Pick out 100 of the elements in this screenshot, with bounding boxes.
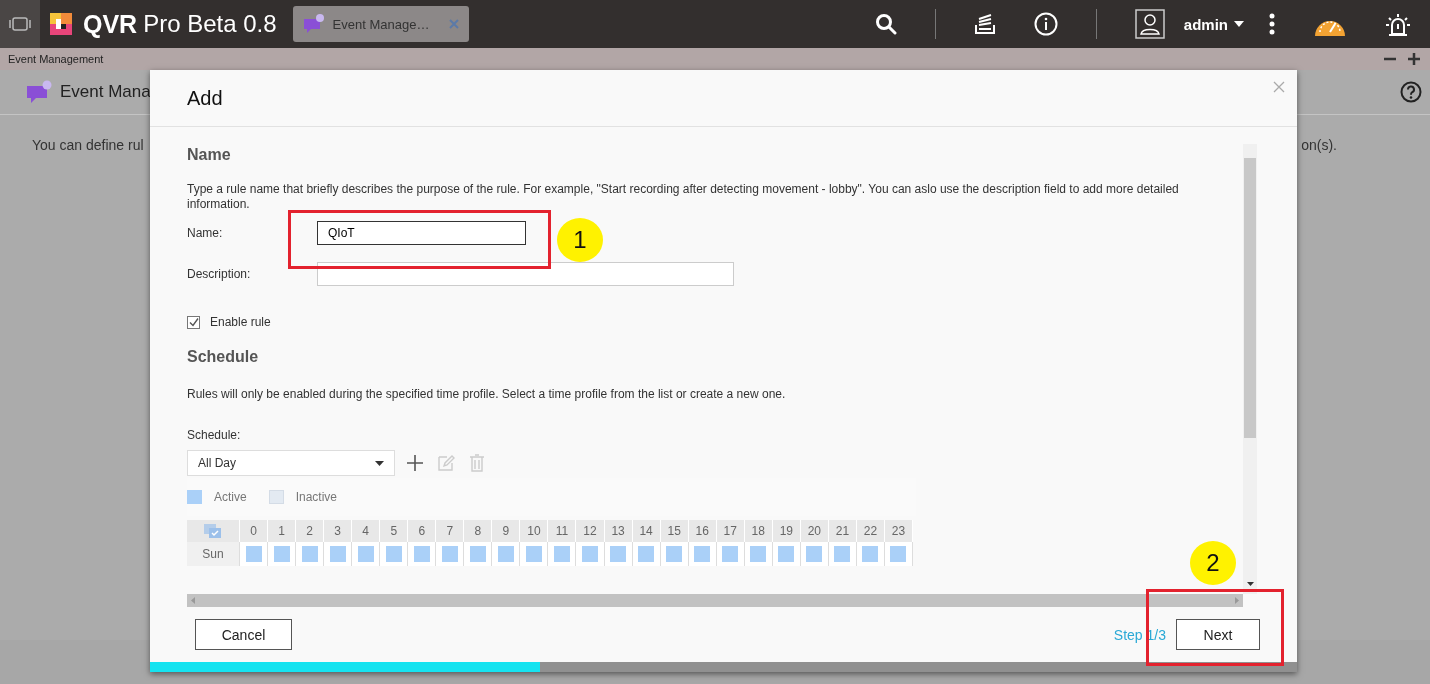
hour-header: 8 — [464, 520, 493, 542]
hour-header: 5 — [380, 520, 409, 542]
time-slot[interactable] — [245, 546, 262, 562]
time-slot[interactable] — [694, 546, 711, 562]
caret-icon — [191, 597, 195, 604]
maximize-icon[interactable] — [1408, 53, 1420, 65]
hour-header: 22 — [856, 520, 885, 542]
time-slot[interactable] — [862, 546, 879, 562]
time-slot[interactable] — [582, 546, 598, 562]
chat-alert-icon — [26, 80, 52, 104]
window-title: Event Management — [8, 53, 104, 65]
dialog-title: Add — [187, 86, 223, 110]
time-slot[interactable] — [722, 546, 739, 562]
checkbox-label: Enable rule — [210, 315, 271, 329]
hour-header: 12 — [576, 520, 605, 542]
hour-header: 18 — [744, 520, 773, 542]
time-slot[interactable] — [610, 546, 627, 562]
time-slot[interactable] — [273, 546, 290, 562]
schedule-dropdown[interactable]: All Day — [187, 450, 395, 476]
hour-header: 19 — [772, 520, 801, 542]
alarm-icon[interactable] — [1385, 11, 1411, 37]
hour-header: 20 — [800, 520, 829, 542]
time-slot[interactable] — [385, 546, 402, 562]
day-label: Sun — [187, 542, 240, 566]
chat-alert-icon — [302, 14, 325, 34]
hour-header: 17 — [716, 520, 745, 542]
next-button[interactable]: Next — [1176, 619, 1260, 650]
time-slot[interactable] — [553, 546, 570, 562]
vertical-scrollbar[interactable] — [1243, 144, 1257, 594]
intro-text: You can define rul — [32, 137, 144, 153]
time-slot[interactable] — [834, 546, 851, 562]
time-slot[interactable] — [469, 546, 486, 562]
hour-header: 0 — [240, 520, 269, 542]
hour-header: 15 — [660, 520, 689, 542]
help-text: Rules will only be enabled during the specified time profile. Select a time profile from the list or create a new one. — [187, 387, 787, 402]
cancel-button[interactable]: Cancel — [195, 619, 292, 650]
hour-header: 4 — [352, 520, 381, 542]
name-field[interactable]: QIoT — [317, 221, 526, 245]
app-version: Pro Beta 0.8 — [143, 10, 277, 38]
time-slot[interactable] — [666, 546, 683, 562]
time-slot[interactable] — [329, 546, 346, 562]
hour-header: 2 — [296, 520, 325, 542]
help-icon[interactable] — [1400, 81, 1422, 103]
time-slot[interactable] — [413, 546, 430, 562]
time-slot[interactable] — [638, 546, 655, 562]
field-label: Description: — [187, 267, 252, 281]
app-name: QVR — [83, 9, 138, 39]
user-menu[interactable]: admin — [1183, 15, 1244, 33]
time-slot[interactable] — [750, 546, 767, 562]
checkbox[interactable] — [187, 315, 200, 329]
hour-header: 21 — [828, 520, 857, 542]
time-slot[interactable] — [301, 546, 318, 562]
hour-header: 11 — [548, 520, 577, 542]
legend-label: Active — [214, 490, 247, 504]
sidebar-toggle-icon[interactable] — [8, 16, 32, 32]
close-icon[interactable] — [449, 19, 460, 29]
caret-icon — [1246, 582, 1254, 586]
copy-icon[interactable] — [203, 523, 223, 539]
legend-swatch — [187, 490, 202, 504]
time-slot[interactable] — [525, 546, 542, 562]
field-label: Name: — [187, 226, 224, 240]
search-icon[interactable] — [874, 13, 897, 35]
time-slot[interactable] — [497, 546, 514, 562]
help-text: Type a rule name that briefly describes the purpose of the rule. For example, "Start recording after detecting movement - lobby". You can aslo use the description field to add more detailed information. — [187, 182, 1180, 212]
time-slot[interactable] — [357, 546, 374, 562]
app-tab[interactable]: Event Manage… — [292, 6, 470, 42]
more-icon[interactable] — [1269, 13, 1275, 35]
field-label: Schedule: — [187, 428, 242, 442]
trash-icon[interactable] — [469, 454, 485, 472]
description-field[interactable] — [317, 262, 734, 286]
hour-header: 23 — [884, 520, 913, 542]
section-heading: Name — [187, 146, 232, 164]
section-heading: Schedule — [187, 348, 260, 366]
time-slot[interactable] — [778, 546, 795, 562]
intro-text: on(s). — [1301, 137, 1337, 153]
hour-header: 9 — [492, 520, 521, 542]
info-icon[interactable] — [1033, 12, 1058, 36]
time-slot[interactable] — [890, 546, 907, 562]
hour-header: 16 — [688, 520, 717, 542]
hour-header: 3 — [324, 520, 353, 542]
legend-swatch — [268, 490, 284, 504]
hour-header: 6 — [408, 520, 437, 542]
stack-icon[interactable] — [973, 13, 996, 35]
hour-header: 14 — [632, 520, 661, 542]
legend-label: Inactive — [295, 490, 338, 504]
hour-header: 1 — [268, 520, 297, 542]
step-indicator: Step 1/3 — [1113, 626, 1166, 643]
caret-icon — [1235, 597, 1239, 604]
caret-icon — [375, 460, 384, 466]
logo-icon — [49, 12, 73, 36]
horizontal-scrollbar[interactable] — [187, 594, 1243, 607]
time-slot[interactable] — [806, 546, 823, 562]
add-icon[interactable] — [407, 455, 423, 471]
user-icon[interactable] — [1134, 9, 1165, 39]
edit-icon[interactable] — [437, 454, 455, 472]
hour-header: 7 — [436, 520, 465, 542]
close-icon[interactable] — [1273, 81, 1285, 93]
hour-header: 10 — [520, 520, 549, 542]
time-slot[interactable] — [441, 546, 458, 562]
page-title: Event Mana — [60, 82, 151, 102]
